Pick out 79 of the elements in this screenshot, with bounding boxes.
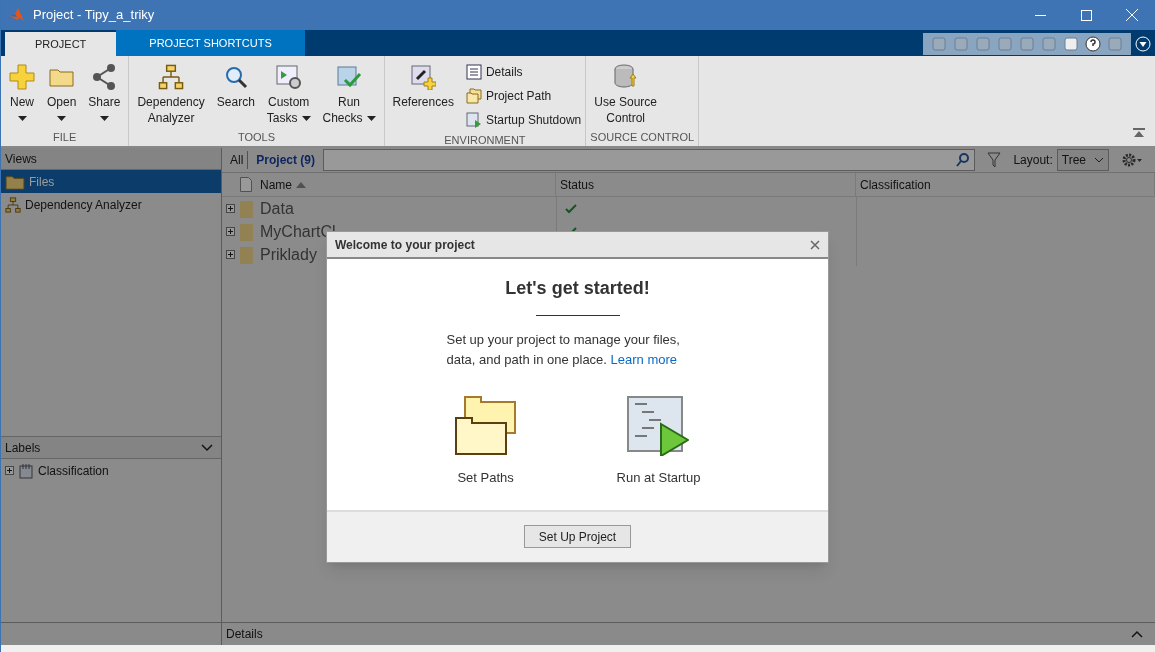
- ribbon-button[interactable]: Search: [212, 56, 259, 129]
- file-icon: [240, 177, 252, 192]
- close-icon[interactable]: [810, 239, 820, 250]
- dialog-description: Set up your project to manage your files, data, and path in one place. Learn more: [446, 331, 681, 369]
- expand-icon[interactable]: [226, 204, 235, 213]
- hierarchy-icon: [158, 64, 185, 90]
- table-cell: Data: [260, 199, 294, 217]
- ribbon-button[interactable]: Project Path: [465, 84, 582, 108]
- folder-icon: [5, 173, 25, 190]
- folders-icon: [465, 88, 482, 104]
- action-button[interactable]: Set Paths: [454, 396, 517, 488]
- group-label: TOOLS: [236, 130, 276, 145]
- chevron-down-icon[interactable]: [201, 443, 213, 452]
- layout-label: Layout:: [1013, 152, 1053, 169]
- group-label: ENVIRONMENT: [443, 133, 527, 148]
- help-icon[interactable]: [1085, 36, 1101, 52]
- ribbon-button[interactable]: New: [5, 56, 39, 129]
- settings-icon[interactable]: [1121, 152, 1143, 168]
- search-field[interactable]: [323, 149, 976, 171]
- panel-header: Labels: [5, 439, 41, 457]
- tag-icon: [18, 462, 34, 479]
- ribbon-button[interactable]: Run Checks: [318, 56, 380, 129]
- expand-icon[interactable]: [226, 227, 235, 236]
- search-icon: [223, 65, 248, 89]
- close-icon: [1126, 9, 1138, 21]
- run-script-icon: [465, 112, 482, 128]
- logo-icon: [9, 7, 25, 23]
- column-header[interactable]: Name: [256, 173, 556, 196]
- ribbon-button[interactable]: Use Source Control: [590, 56, 661, 129]
- filter-tab[interactable]: Project (9): [252, 151, 320, 169]
- ribbon-button[interactable]: Dependency Analyzer: [133, 56, 209, 129]
- list-icon: [465, 64, 482, 80]
- folder-icon: [239, 199, 253, 218]
- label-item[interactable]: Classification: [38, 461, 109, 480]
- ribbon-button[interactable]: Startup Shutdown: [465, 108, 582, 132]
- plus-icon: [9, 64, 35, 90]
- run-script-icon: [627, 396, 690, 456]
- learn-more-link[interactable]: Learn more: [610, 352, 678, 367]
- column-header[interactable]: Classification: [856, 173, 1155, 196]
- database-icon: [612, 64, 639, 90]
- expand-icon[interactable]: [5, 466, 14, 475]
- minimize-icon: [1034, 14, 1046, 16]
- filter-icon[interactable]: [987, 152, 1002, 168]
- window-title: Project - Tipy_a_triky: [33, 6, 155, 25]
- dialog-title: Welcome to your project: [335, 236, 475, 254]
- checked-box-icon: [336, 64, 362, 90]
- filter-tab[interactable]: All: [226, 151, 249, 169]
- group-label: SOURCE CONTROL: [590, 130, 695, 145]
- action-button[interactable]: Run at Startup: [616, 396, 701, 488]
- share-icon: [92, 64, 117, 90]
- ribbon-button[interactable]: Details: [465, 60, 582, 84]
- task-window-icon: [275, 64, 302, 90]
- expand-icon[interactable]: [226, 250, 235, 259]
- folders-icon: [454, 396, 517, 456]
- link-plus-icon: [410, 64, 437, 90]
- setup-project-button[interactable]: Set Up Project: [523, 525, 632, 548]
- chevron-up-icon[interactable]: [1131, 630, 1143, 638]
- layout-dropdown[interactable]: Tree: [1056, 149, 1109, 171]
- ribbon-tab[interactable]: PROJECT SHORTCUTS: [116, 30, 305, 56]
- hierarchy-icon: [5, 196, 21, 213]
- ribbon-button[interactable]: Share: [84, 56, 125, 129]
- maximize-icon: [1080, 9, 1092, 21]
- dialog-heading: Let's get started!: [505, 277, 650, 300]
- ribbon-tab[interactable]: PROJECT: [5, 32, 117, 56]
- table-cell: Priklady: [260, 245, 317, 263]
- folder-icon: [239, 222, 253, 241]
- group-label: FILE: [52, 130, 78, 145]
- folder-icon: [48, 66, 75, 88]
- chevron-down-icon: [1094, 157, 1104, 163]
- column-header[interactable]: Status: [556, 173, 856, 196]
- view-item[interactable]: Dependency Analyzer: [1, 193, 221, 216]
- ribbon-button[interactable]: Custom Tasks: [262, 56, 315, 129]
- details-header: Details: [226, 626, 263, 643]
- view-item[interactable]: Files: [1, 170, 221, 193]
- ribbon-button[interactable]: References: [388, 56, 458, 132]
- ribbon-button[interactable]: Open: [43, 56, 81, 129]
- panel-header: Views: [1, 148, 221, 170]
- folder-icon: [239, 245, 253, 264]
- collapse-icon[interactable]: [1133, 128, 1145, 138]
